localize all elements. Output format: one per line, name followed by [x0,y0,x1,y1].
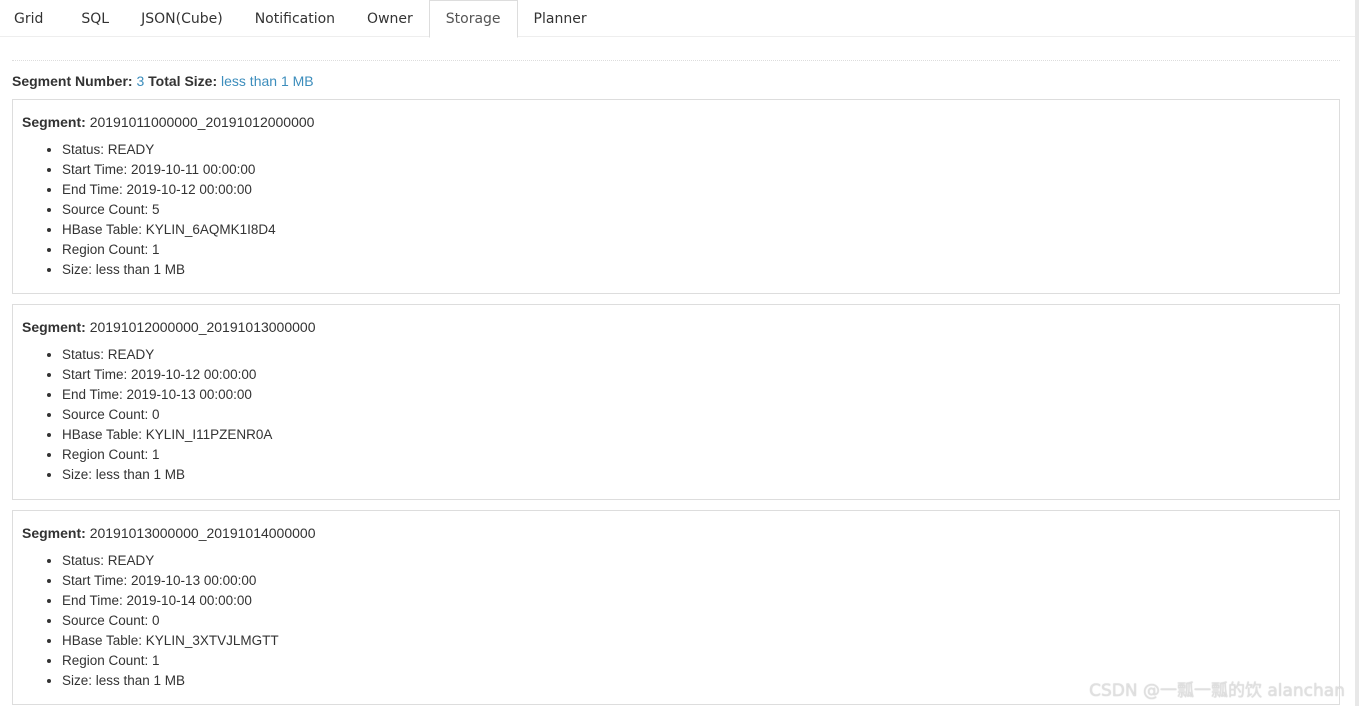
divider [12,60,1340,61]
storage-page: Grid SQL JSON(Cube) Notification Owner S… [0,0,1359,706]
segment-region-count: Region Count: 1 [62,240,276,260]
total-size-value: less than 1 MB [221,73,314,89]
tab-notification[interactable]: Notification [239,0,351,37]
segment-panel: Segment: 20191011000000_20191012000000 S… [12,99,1340,294]
segment-label: Segment: [22,525,86,541]
watermark: CSDN @一瓢一瓢的饮 alanchan [1089,681,1345,701]
segment-details: Status: READY Start Time: 2019-10-11 00:… [22,140,276,280]
segment-name: 20191012000000_20191013000000 [89,319,316,335]
segment-label: Segment: [22,114,86,130]
segment-title: Segment: 20191012000000_20191013000000 [22,318,316,336]
tab-planner[interactable]: Planner [518,0,603,37]
segment-region-count: Region Count: 1 [62,651,279,671]
segment-details: Status: READY Start Time: 2019-10-12 00:… [22,345,272,485]
segment-status: Status: READY [62,345,272,365]
tab-sql[interactable]: SQL [65,0,125,37]
tab-owner[interactable]: Owner [351,0,429,37]
segment-start-time: Start Time: 2019-10-13 00:00:00 [62,571,279,591]
tab-storage[interactable]: Storage [428,0,518,38]
tab-bar: Grid SQL JSON(Cube) Notification Owner S… [0,0,1355,38]
tab-grid[interactable]: Grid [0,0,65,37]
segment-start-time: Start Time: 2019-10-11 00:00:00 [62,160,276,180]
segment-size: Size: less than 1 MB [62,671,279,691]
segment-details: Status: READY Start Time: 2019-10-13 00:… [22,551,279,691]
tab-json-cube[interactable]: JSON(Cube) [125,0,239,37]
segment-end-time: End Time: 2019-10-12 00:00:00 [62,180,276,200]
segment-name: 20191013000000_20191014000000 [89,525,316,541]
segment-size: Size: less than 1 MB [62,465,272,485]
segment-hbase-table: HBase Table: KYLIN_3XTVJLMGTT [62,631,279,651]
segment-title: Segment: 20191013000000_20191014000000 [22,524,316,542]
segment-start-time: Start Time: 2019-10-12 00:00:00 [62,365,272,385]
segment-hbase-table: HBase Table: KYLIN_I11PZENR0A [62,425,272,445]
segment-status: Status: READY [62,140,276,160]
segment-number-label: Segment Number: [12,73,133,89]
segment-region-count: Region Count: 1 [62,445,272,465]
segment-label: Segment: [22,319,86,335]
segment-title: Segment: 20191011000000_20191012000000 [22,113,314,131]
segment-source-count: Source Count: 5 [62,200,276,220]
segment-size: Size: less than 1 MB [62,260,276,280]
segment-panel: Segment: 20191012000000_20191013000000 S… [12,304,1340,500]
vertical-scrollbar[interactable] [1355,0,1359,706]
segment-status: Status: READY [62,551,279,571]
storage-summary: Segment Number: 3 Total Size: less than … [12,72,314,90]
segment-end-time: End Time: 2019-10-13 00:00:00 [62,385,272,405]
segment-source-count: Source Count: 0 [62,611,279,631]
segment-number-value: 3 [136,73,145,89]
segment-name: 20191011000000_20191012000000 [89,114,315,130]
segment-source-count: Source Count: 0 [62,405,272,425]
segment-end-time: End Time: 2019-10-14 00:00:00 [62,591,279,611]
segment-hbase-table: HBase Table: KYLIN_6AQMK1I8D4 [62,220,276,240]
total-size-label: Total Size: [148,73,218,89]
